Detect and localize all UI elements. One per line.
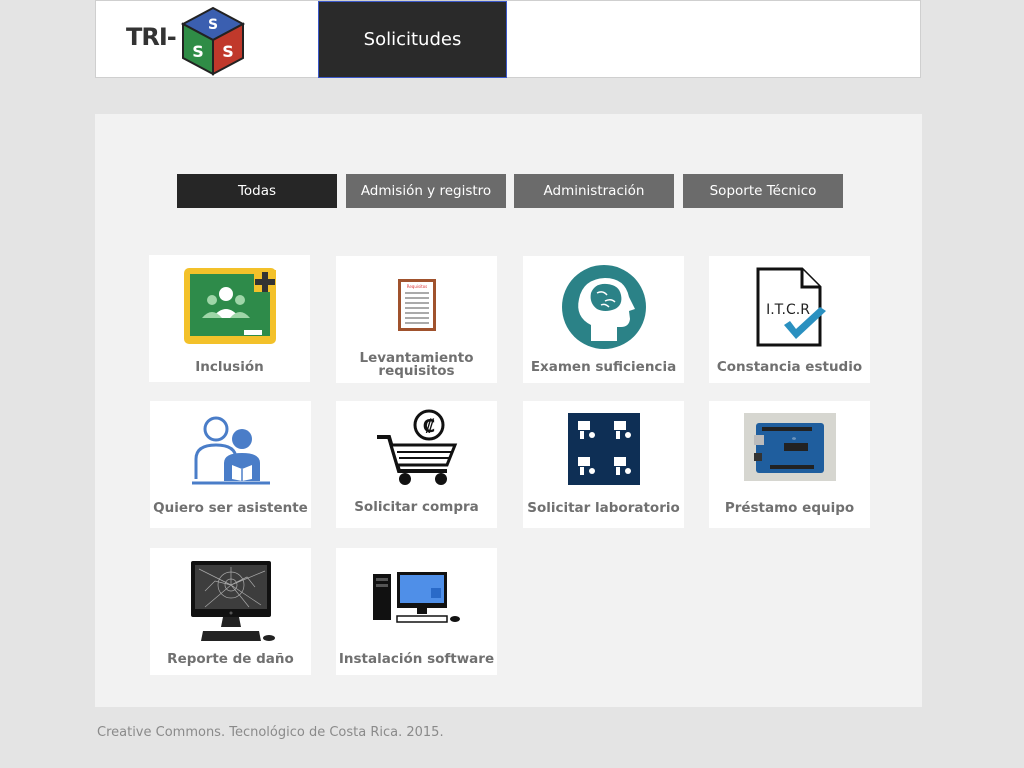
card-label: Examen suficiencia: [530, 359, 677, 375]
card-instalacion-software[interactable]: Instalación software: [336, 548, 497, 675]
svg-text:S: S: [192, 42, 204, 61]
itcr-certificate-icon: I.T.C.R: [756, 267, 826, 347]
tab-todas[interactable]: Todas: [177, 174, 337, 208]
logo-text: TRI-: [126, 23, 177, 51]
classroom-icon: [183, 268, 276, 344]
desktop-computer-icon: [372, 572, 460, 623]
tab-soporte-tecnico[interactable]: Soporte Técnico: [683, 174, 843, 208]
svg-text:S: S: [208, 17, 218, 33]
shopping-cart-icon: ₡: [376, 409, 457, 485]
logo-cube-icon: S S S: [180, 6, 246, 76]
card-examen-suficiencia[interactable]: Examen suficiencia: [523, 256, 684, 383]
header: TRI- S S S Solicitudes: [95, 0, 921, 78]
card-constancia-estudio[interactable]: I.T.C.R Constancia estudio: [709, 256, 870, 383]
tab-admision-registro[interactable]: Admisión y registro: [346, 174, 506, 208]
broken-monitor-icon: [190, 561, 275, 641]
svg-text:∞: ∞: [791, 436, 795, 442]
nav-solicitudes[interactable]: Solicitudes: [318, 1, 507, 78]
arduino-board-icon: ∞: [743, 413, 836, 481]
card-label: Inclusión: [195, 359, 264, 375]
logo[interactable]: TRI- S S S: [124, 5, 249, 76]
card-label: Levantamiento requisitos: [359, 350, 474, 379]
tab-administracion[interactable]: Administración: [514, 174, 674, 208]
card-solicitar-laboratorio[interactable]: Solicitar laboratorio: [523, 401, 684, 528]
card-label: Solicitar laboratorio: [527, 500, 680, 516]
card-label: Quiero ser asistente: [153, 500, 308, 516]
footer-text: Creative Commons. Tecnológico de Costa R…: [97, 725, 444, 740]
assistant-icon: [191, 416, 270, 485]
svg-text:S: S: [222, 42, 234, 61]
head-brain-icon: [561, 265, 646, 349]
card-label: Préstamo equipo: [724, 500, 855, 516]
currency-symbol: ₡: [422, 416, 435, 437]
lab-icon: [567, 413, 640, 485]
card-inclusion[interactable]: Inclusión: [149, 255, 310, 382]
card-label: Instalación software: [338, 651, 495, 667]
card-label: Reporte de daño: [167, 651, 294, 667]
card-quiero-ser-asistente[interactable]: Quiero ser asistente: [150, 401, 311, 528]
card-solicitar-compra[interactable]: ₡ Solicitar compra: [336, 401, 497, 528]
doc-text: I.T.C.R: [766, 302, 810, 318]
card-levantamiento-requisitos[interactable]: Requisitos Levantamiento requisitos: [336, 256, 497, 383]
card-label: Constancia estudio: [716, 359, 863, 375]
card-prestamo-equipo[interactable]: ∞ Préstamo equipo: [709, 401, 870, 528]
doc-title: Requisitos: [406, 284, 427, 289]
requirements-doc-icon: Requisitos: [397, 279, 436, 331]
card-label: Solicitar compra: [354, 499, 479, 515]
card-reporte-dano[interactable]: Reporte de daño: [150, 548, 311, 675]
